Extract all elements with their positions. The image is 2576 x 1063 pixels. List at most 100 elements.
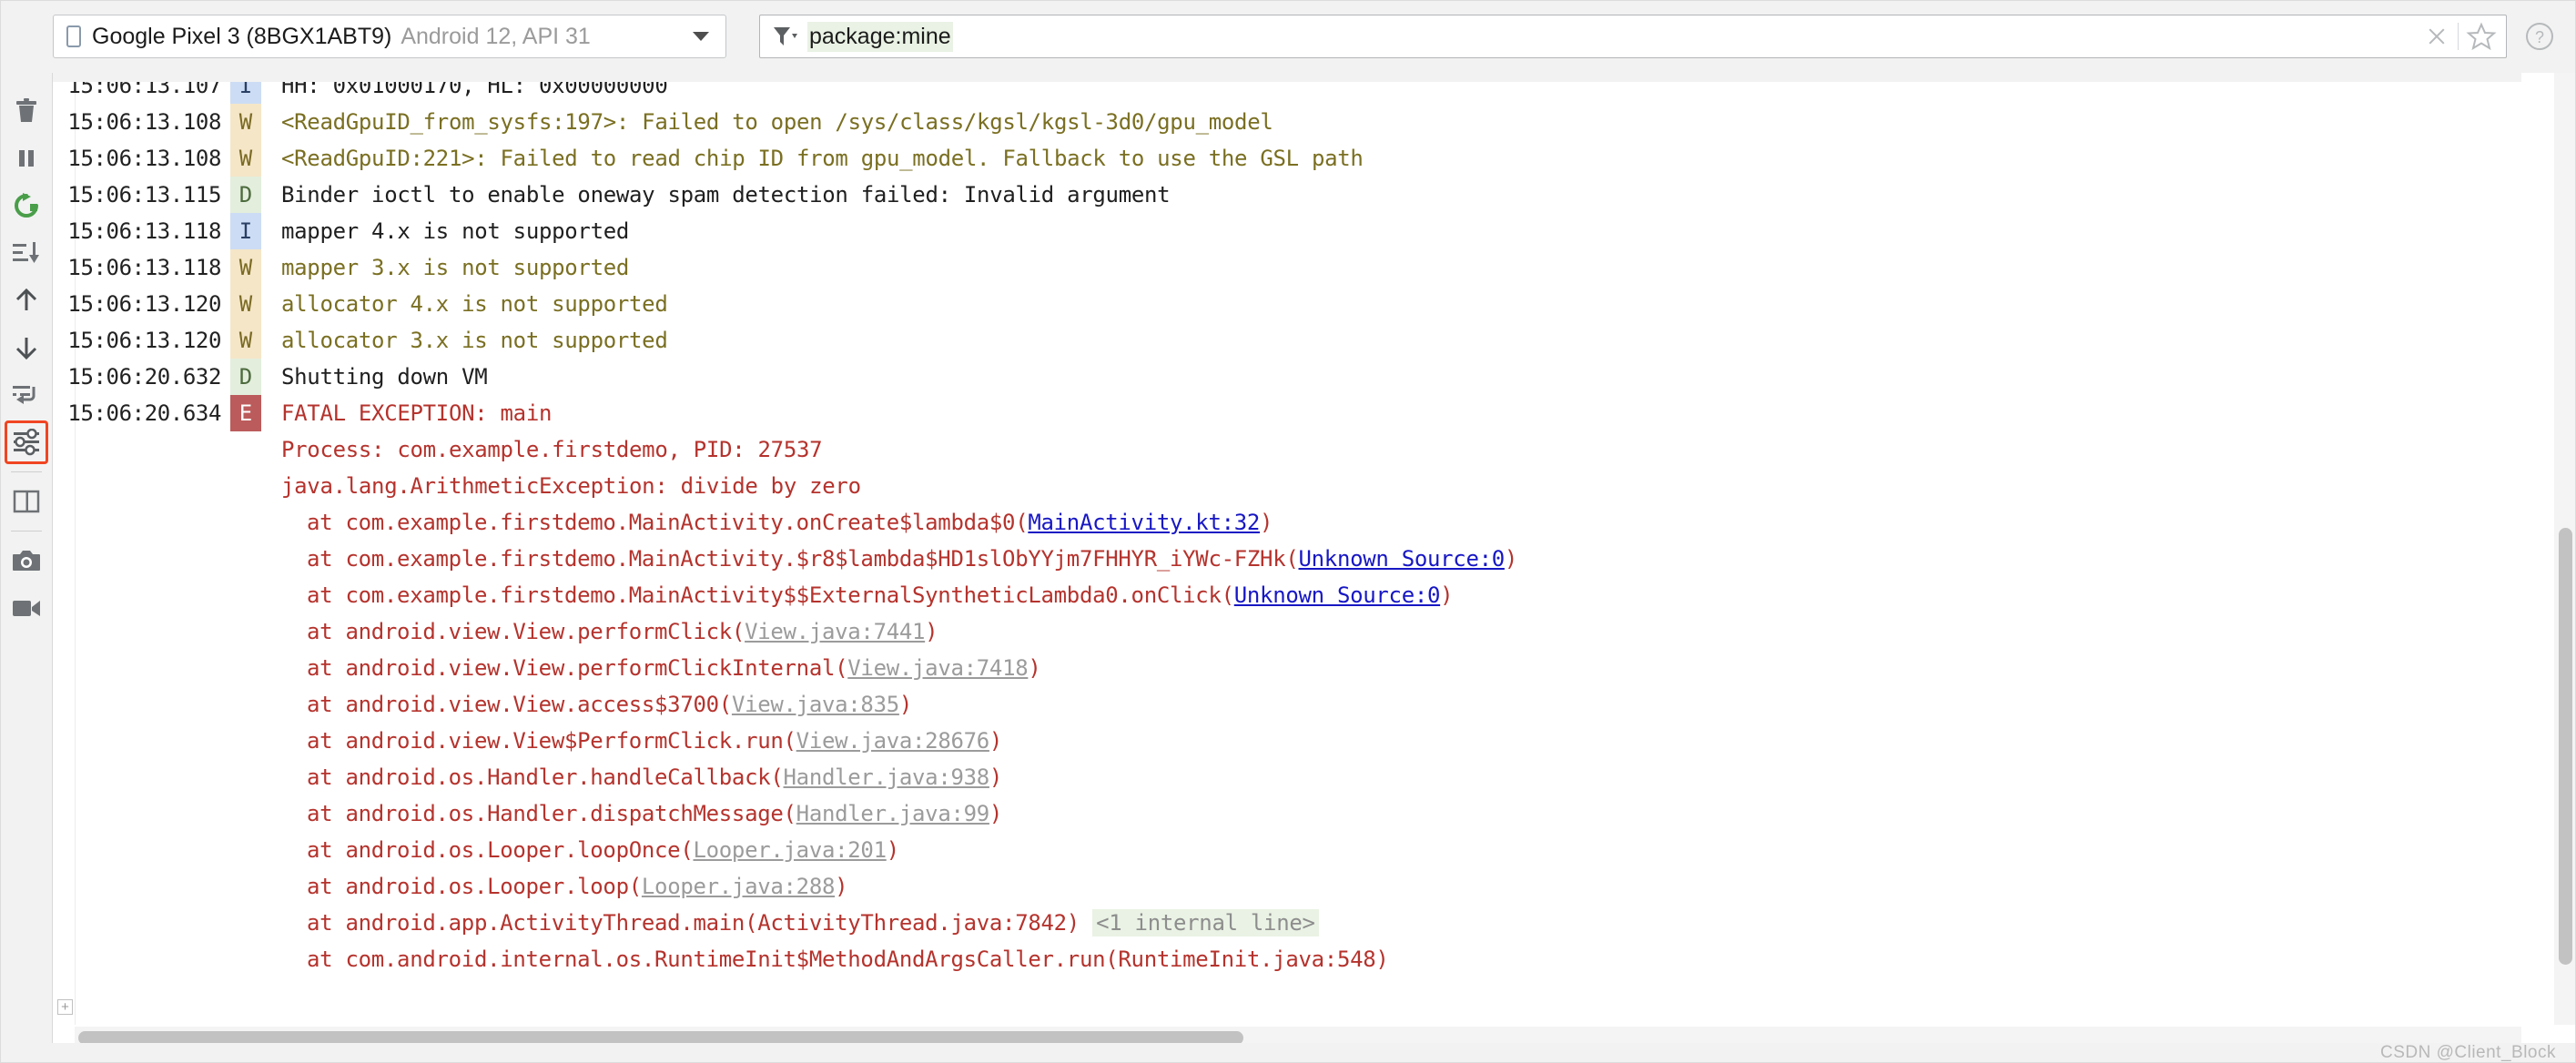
log-row[interactable]: 15:06:13.118 Wmapper 3.x is not supported bbox=[53, 249, 2521, 286]
log-text: ) bbox=[835, 874, 848, 899]
clear-logcat-button[interactable] bbox=[0, 87, 53, 135]
log-row[interactable]: 15:06:20.634 E FATAL EXCEPTION: main bbox=[53, 395, 2521, 431]
log-timestamp: 15:06:20.632 bbox=[67, 364, 221, 390]
log-row[interactable]: at android.app.ActivityThread.main(Activ… bbox=[53, 905, 2521, 941]
log-line-list: 15:06:13.107 I HH: 0x01000170, HL: 0x00000… bbox=[53, 73, 2521, 977]
source-link[interactable]: View.java:835 bbox=[732, 692, 899, 717]
log-row[interactable]: 15:06:20.632 D Shutting down VM bbox=[53, 359, 2521, 395]
log-timestamp bbox=[53, 504, 221, 541]
log-text: at android.os.Looper.loop( bbox=[307, 874, 642, 899]
soft-wrap-button[interactable] bbox=[0, 371, 53, 419]
log-timestamp: 15:06:13.120 bbox=[67, 291, 221, 317]
log-row[interactable]: 15:06:13.115 D Binder ioctl to enable onew… bbox=[53, 177, 2521, 213]
log-message: at android.view.View.access$3700(View.ja… bbox=[261, 686, 2521, 723]
source-link[interactable]: Handler.java:99 bbox=[796, 801, 990, 826]
log-timestamp bbox=[53, 832, 221, 868]
log-row[interactable]: at com.example.firstdemo.MainActivity$$E… bbox=[53, 577, 2521, 613]
chevron-down-icon[interactable] bbox=[693, 32, 709, 41]
log-row[interactable]: at com.example.firstdemo.MainActivity.$r… bbox=[53, 541, 2521, 577]
selection-outline bbox=[5, 420, 48, 464]
log-timestamp bbox=[53, 468, 221, 504]
log-row[interactable]: 15:06:13.118 Imapper 4.x is not supported bbox=[53, 213, 2521, 249]
help-circle-icon[interactable]: ? bbox=[2523, 20, 2556, 53]
log-level-badge: D bbox=[230, 177, 261, 213]
source-link[interactable]: Looper.java:288 bbox=[642, 874, 836, 899]
log-level-badge bbox=[230, 613, 261, 650]
star-icon[interactable] bbox=[2466, 21, 2497, 52]
log-row[interactable]: at android.os.Handler.dispatchMessage(Ha… bbox=[53, 795, 2521, 832]
log-text: java.lang.ArithmeticException: divide by… bbox=[281, 473, 861, 499]
log-scroll-view[interactable]: 15:06:13.107 I HH: 0x01000170, HL: 0x00000… bbox=[53, 73, 2521, 1025]
source-link[interactable]: Handler.java:938 bbox=[784, 764, 990, 790]
log-timestamp bbox=[53, 941, 221, 977]
logcat-output-panel[interactable]: + 15:06:13.107 I HH: 0x01000170, HL: 0x000… bbox=[53, 73, 2576, 1063]
log-message: at android.view.View.performClick(View.j… bbox=[261, 613, 2521, 650]
device-name-label: Google Pixel 3 (8BGX1ABT9) bbox=[92, 23, 392, 49]
log-text: ) bbox=[989, 764, 1003, 790]
phone-icon bbox=[66, 25, 81, 47]
source-link[interactable]: View.java:7418 bbox=[847, 655, 1028, 681]
internal-lines-chip[interactable]: <1 internal line> bbox=[1092, 909, 1319, 936]
record-screen-button[interactable] bbox=[0, 584, 53, 632]
log-timestamp: 15:06:20.634 bbox=[67, 400, 221, 426]
log-text: ) bbox=[1440, 582, 1454, 608]
log-level-badge bbox=[230, 431, 261, 468]
log-level-badge bbox=[230, 795, 261, 832]
log-row[interactable]: at android.view.View.performClickInterna… bbox=[53, 650, 2521, 686]
device-selector[interactable]: Google Pixel 3 (8BGX1ABT9) Android 12, A… bbox=[53, 15, 726, 58]
log-row[interactable]: 15:06:13.120 Wallocator 3.x is not suppor… bbox=[53, 322, 2521, 359]
log-text: ) bbox=[1260, 510, 1273, 535]
close-icon[interactable] bbox=[2421, 21, 2452, 52]
restart-logcat-button[interactable] bbox=[0, 182, 53, 229]
log-row[interactable]: at android.os.Looper.loop(Looper.java:28… bbox=[53, 868, 2521, 905]
log-timestamp bbox=[53, 431, 221, 468]
log-filter-value[interactable]: package:mine bbox=[807, 21, 953, 52]
split-panel-button[interactable] bbox=[0, 478, 53, 525]
log-row[interactable]: Process: com.example.firstdemo, PID: 275… bbox=[53, 431, 2521, 468]
log-level-badge bbox=[230, 686, 261, 723]
pause-logcat-button[interactable] bbox=[0, 135, 53, 182]
scroll-to-end-button[interactable] bbox=[0, 229, 53, 277]
log-row[interactable]: 15:06:13.108 W <ReadGpuID_from_sysfs:197>:… bbox=[53, 104, 2521, 140]
log-text: at android.view.View.performClick( bbox=[307, 619, 745, 644]
log-level-badge: I bbox=[230, 213, 261, 249]
logcat-window: Google Pixel 3 (8BGX1ABT9) Android 12, A… bbox=[0, 0, 2576, 1063]
log-text: at android.os.Handler.dispatchMessage( bbox=[307, 801, 796, 826]
source-link[interactable]: Unknown Source:0 bbox=[1234, 582, 1441, 608]
source-link[interactable]: View.java:7441 bbox=[745, 619, 925, 644]
log-row[interactable]: 15:06:13.120 Wallocator 4.x is not suppor… bbox=[53, 286, 2521, 322]
previous-occurrence-button[interactable] bbox=[0, 277, 53, 324]
log-row[interactable]: 15:06:13.108 W <ReadGpuID:221>: Failed to … bbox=[53, 140, 2521, 177]
log-row[interactable]: at com.android.internal.os.RuntimeInit$M… bbox=[53, 941, 2521, 977]
log-timestamp: 15:06:13.108 bbox=[67, 146, 221, 171]
log-text: Process: com.example.firstdemo, PID: 275… bbox=[281, 437, 823, 462]
log-row[interactable]: at android.view.View.access$3700(View.ja… bbox=[53, 686, 2521, 723]
log-filter-input[interactable]: package:mine bbox=[759, 15, 2507, 58]
log-message: mapper 4.x is not supported bbox=[261, 213, 2521, 249]
log-row[interactable]: at android.view.View.performClick(View.j… bbox=[53, 613, 2521, 650]
log-timestamp: 15:06:13.108 bbox=[67, 109, 221, 135]
log-level-badge bbox=[230, 759, 261, 795]
divider bbox=[2458, 23, 2459, 50]
log-row[interactable]: at android.os.Looper.loopOnce(Looper.jav… bbox=[53, 832, 2521, 868]
take-screenshot-button[interactable] bbox=[0, 537, 53, 584]
log-text: at com.android.internal.os.RuntimeInit$M… bbox=[307, 947, 1389, 972]
vertical-scrollbar-thumb[interactable] bbox=[2559, 528, 2572, 965]
log-row[interactable]: at android.os.Handler.handleCallback(Han… bbox=[53, 759, 2521, 795]
log-level-badge bbox=[230, 868, 261, 905]
log-message: allocator 4.x is not supported bbox=[261, 286, 2521, 322]
source-link[interactable]: MainActivity.kt:32 bbox=[1028, 510, 1260, 535]
next-occurrence-button[interactable] bbox=[0, 324, 53, 371]
filter-icon[interactable] bbox=[771, 23, 798, 50]
source-link[interactable]: Unknown Source:0 bbox=[1299, 546, 1506, 572]
log-row[interactable]: java.lang.ArithmeticException: divide by… bbox=[53, 468, 2521, 504]
source-link[interactable]: Looper.java:201 bbox=[693, 837, 887, 863]
log-row[interactable]: at android.view.View$PerformClick.run(Vi… bbox=[53, 723, 2521, 759]
configure-filters-button[interactable] bbox=[0, 419, 53, 466]
log-row[interactable]: at com.example.firstdemo.MainActivity.on… bbox=[53, 504, 2521, 541]
source-link[interactable]: View.java:28676 bbox=[796, 728, 990, 754]
video-camera-icon bbox=[13, 601, 40, 616]
log-text: at android.view.View.performClickInterna… bbox=[307, 655, 848, 681]
log-message: Process: com.example.firstdemo, PID: 275… bbox=[261, 431, 2521, 468]
log-vertical-scrollbar[interactable] bbox=[2554, 73, 2576, 1025]
